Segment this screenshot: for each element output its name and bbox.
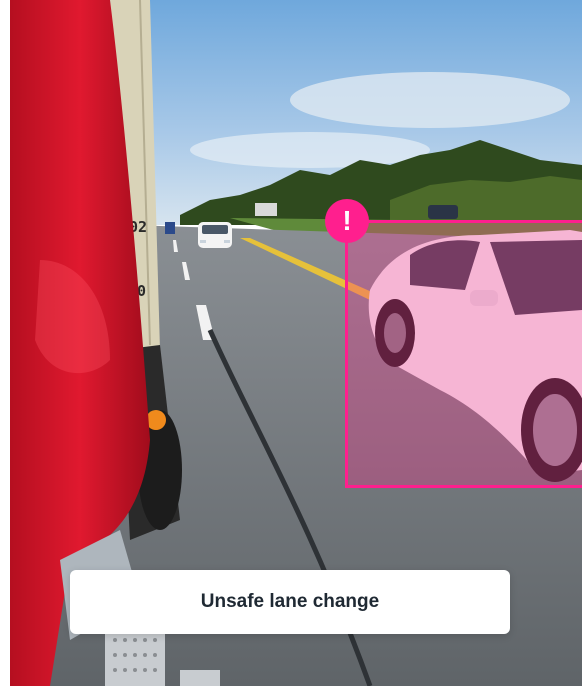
truck-step-lower: [180, 670, 220, 686]
dark-suv: [428, 205, 458, 219]
cloud: [290, 72, 570, 128]
cloud: [190, 132, 430, 168]
event-caption: Unsafe lane change: [200, 591, 380, 612]
distant-car: [165, 222, 175, 234]
distant-truck: [255, 203, 277, 216]
white-car-ahead: [198, 222, 232, 248]
exclamation-icon: !: [342, 205, 352, 236]
event-caption-card: Unsafe lane change: [70, 570, 510, 634]
alert-bounding-box: [345, 220, 582, 488]
alert-badge: !: [325, 199, 369, 243]
